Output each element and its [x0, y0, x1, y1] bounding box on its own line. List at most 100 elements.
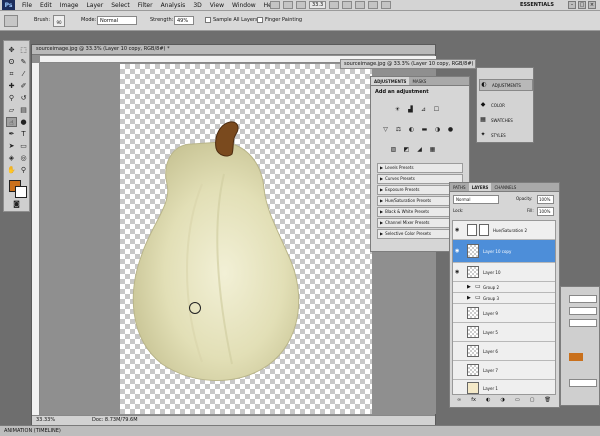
color-balance-icon[interactable]: ◐ — [407, 125, 416, 134]
partial-field[interactable] — [569, 379, 597, 387]
quick-select-tool-icon[interactable]: ✎ — [18, 57, 29, 67]
visibility-eye-icon[interactable] — [455, 367, 461, 373]
photo-filter-icon[interactable]: ◑ — [433, 125, 442, 134]
new-layer-icon[interactable]: ▢ — [530, 397, 535, 406]
layer-row-layer-10[interactable]: ◉ Layer 10 — [453, 263, 555, 282]
eraser-tool-icon[interactable]: ▱ — [6, 105, 17, 115]
invert-icon[interactable]: ▨ — [389, 145, 398, 154]
blend-mode-select[interactable]: Normal — [453, 195, 499, 204]
partial-field[interactable] — [569, 295, 597, 303]
background-color-swatch[interactable] — [15, 186, 27, 198]
move-tool-icon[interactable]: ✥ — [6, 45, 17, 55]
crop-tool-icon[interactable]: ⌗ — [6, 69, 17, 79]
arrange-docs-button[interactable] — [368, 1, 379, 9]
guides-button[interactable] — [296, 1, 306, 9]
threshold-icon[interactable]: ◢ — [415, 145, 424, 154]
eyedropper-tool-icon[interactable]: ⁄ — [18, 69, 29, 79]
close-icon[interactable]: × — [588, 1, 596, 9]
menu-image[interactable]: Image — [56, 2, 83, 9]
menu-3d[interactable]: 3D — [189, 2, 205, 9]
marquee-tool-icon[interactable]: ⬚ — [18, 45, 29, 55]
dock-color[interactable]: ◆ COLOR — [479, 99, 533, 111]
zoom-level-combo[interactable]: 33.3 — [309, 1, 327, 9]
tab-paths[interactable]: PATHS — [450, 183, 469, 191]
menu-edit[interactable]: Edit — [36, 2, 56, 9]
pen-tool-icon[interactable]: ✒ — [6, 129, 17, 139]
dock-styles[interactable]: ✦ STYLES — [479, 129, 533, 141]
visibility-eye-icon[interactable] — [455, 385, 461, 391]
animation-timeline-tab[interactable]: ANIMATION (TIMELINE) — [0, 425, 600, 436]
secondary-document-tab[interactable]: sourceimage.jpg @ 33.3% (Layer 10 copy, … — [340, 59, 476, 69]
3d-orbit-tool-icon[interactable]: ◎ — [18, 153, 29, 163]
partial-field[interactable] — [569, 319, 597, 327]
quick-mask-icon[interactable]: ◙ — [11, 199, 22, 209]
expand-triangle-icon[interactable]: ▶ — [467, 295, 471, 301]
partial-field[interactable] — [569, 307, 597, 315]
clone-stamp-tool-icon[interactable]: ⚲ — [6, 93, 17, 103]
preset-levels[interactable]: ▶ Levels Presets — [377, 163, 463, 173]
zoom-tool-button[interactable] — [342, 1, 353, 9]
3d-rotate-tool-icon[interactable]: ◈ — [6, 153, 17, 163]
finger-painting-checkbox[interactable] — [257, 17, 263, 23]
menu-file[interactable]: File — [18, 2, 36, 9]
menu-view[interactable]: View — [206, 2, 228, 9]
layer-row-layer-7[interactable]: Layer 7 — [453, 361, 555, 380]
minibridge-button[interactable] — [283, 1, 293, 9]
layer-row-hue-saturation-2[interactable]: ◉ Hue/Saturation 2 — [453, 221, 555, 240]
rotate-view-button[interactable] — [355, 1, 366, 9]
zoom-tool-icon[interactable]: ⚲ — [18, 165, 29, 175]
black-white-icon[interactable]: ▬ — [420, 125, 429, 134]
visibility-eye-icon[interactable] — [455, 348, 461, 354]
new-group-icon[interactable]: ▭ — [515, 397, 520, 406]
layer-row-layer-10-copy[interactable]: ◉ Layer 10 copy — [453, 240, 555, 263]
screen-mode-button[interactable] — [381, 1, 392, 9]
minimize-icon[interactable]: – — [568, 1, 576, 9]
maximize-icon[interactable]: □ — [578, 1, 586, 9]
menu-layer[interactable]: Layer — [82, 2, 107, 9]
sample-all-layers-checkbox[interactable] — [205, 17, 211, 23]
workspace-switcher[interactable]: ESSENTIALS — [520, 2, 554, 8]
tab-channels[interactable]: CHANNELS — [491, 183, 519, 191]
exposure-icon[interactable]: ☐ — [432, 105, 441, 114]
hand-tool-button[interactable] — [329, 1, 340, 9]
document-tab[interactable]: sourceimage.jpg @ 33.3% (Layer 10 copy, … — [32, 45, 435, 55]
visibility-eye-icon[interactable]: ◉ — [455, 269, 461, 275]
layer-row-group-2[interactable]: ▶ ▭ Group 2 — [453, 282, 555, 293]
trash-icon[interactable]: 🗑 — [545, 397, 551, 406]
partial-color-swatch[interactable] — [569, 353, 583, 361]
hand-tool-icon[interactable]: ✋ — [6, 165, 17, 175]
path-select-tool-icon[interactable]: ➤ — [6, 141, 17, 151]
menu-analysis[interactable]: Analysis — [157, 2, 190, 9]
menu-window[interactable]: Window — [228, 2, 260, 9]
mode-select[interactable]: Normal — [97, 16, 137, 25]
dodge-tool-icon[interactable]: ● — [18, 117, 29, 127]
layer-row-layer-1[interactable]: Layer 1 — [453, 380, 555, 394]
layer-row-layer-9[interactable]: Layer 9 — [453, 304, 555, 323]
smudge-tool-icon[interactable]: ☝ — [6, 117, 17, 127]
add-mask-icon[interactable]: ◐ — [486, 397, 490, 406]
type-tool-icon[interactable]: T — [18, 129, 29, 139]
history-brush-tool-icon[interactable]: ↺ — [18, 93, 29, 103]
hue-saturation-icon[interactable]: ⚖ — [394, 125, 403, 134]
zoom-status[interactable]: 33.33% — [36, 416, 55, 425]
brightness-contrast-icon[interactable]: ☀ — [393, 105, 402, 114]
strength-field[interactable]: 49% — [174, 16, 194, 25]
brush-tool-icon[interactable]: ✐ — [18, 81, 29, 91]
tab-masks[interactable]: MASKS — [409, 77, 429, 85]
bridge-button[interactable] — [270, 1, 280, 9]
lasso-tool-icon[interactable]: ʘ — [6, 57, 17, 67]
dock-adjustments[interactable]: ◐ ADJUSTMENTS — [479, 79, 533, 91]
opacity-field[interactable]: 100% — [537, 195, 554, 204]
levels-icon[interactable]: ▟ — [406, 105, 415, 114]
menu-select[interactable]: Select — [107, 2, 134, 9]
gradient-tool-icon[interactable]: ▤ — [18, 105, 29, 115]
visibility-eye-icon[interactable] — [455, 329, 461, 335]
visibility-eye-icon[interactable]: ◉ — [455, 248, 461, 254]
layer-style-icon[interactable]: fx — [471, 397, 476, 406]
tab-layers[interactable]: LAYERS — [468, 183, 492, 191]
layer-row-layer-5[interactable]: Layer 5 — [453, 323, 555, 342]
curves-icon[interactable]: ⊿ — [419, 105, 428, 114]
expand-triangle-icon[interactable]: ▶ — [467, 284, 471, 290]
vibrance-icon[interactable]: ▽ — [381, 125, 390, 134]
channel-mixer-icon[interactable]: ● — [446, 125, 455, 134]
